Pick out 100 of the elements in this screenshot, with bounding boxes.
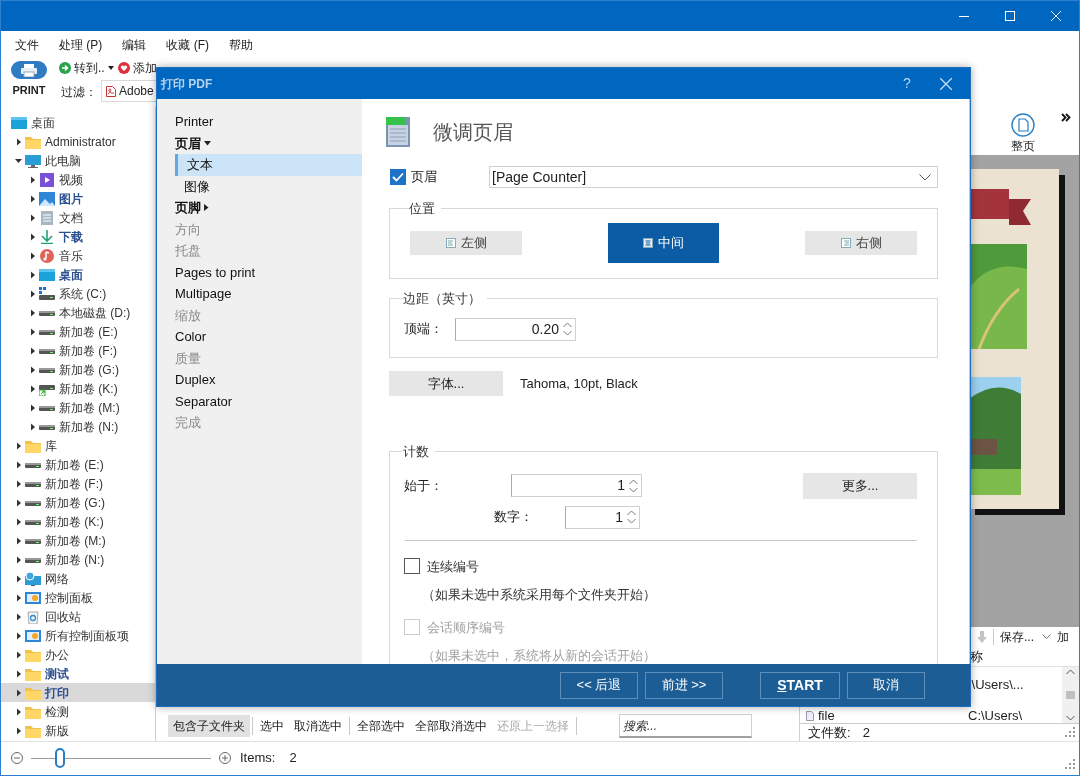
position-button[interactable]: 左侧 [410, 230, 522, 255]
expand-caret-icon[interactable] [15, 498, 23, 507]
tree-item[interactable]: 新加卷 (E:) [1, 455, 155, 474]
selection-button[interactable]: 全部选中 [352, 715, 410, 737]
expand-caret-icon[interactable] [29, 289, 37, 298]
slider-thumb[interactable] [54, 747, 65, 768]
selection-button[interactable]: 包含子文件夹 [168, 715, 250, 737]
expand-caret-icon[interactable] [15, 441, 23, 450]
expand-caret-icon[interactable] [15, 593, 23, 602]
tree-item[interactable]: 桌面 [1, 265, 155, 284]
nav-item[interactable]: Printer [157, 111, 362, 133]
scrollbar[interactable] [1062, 667, 1079, 723]
dialog-button[interactable]: << 后退 [560, 671, 638, 699]
file-path[interactable]: :\Users\... [968, 676, 1024, 692]
expand-caret-icon[interactable] [15, 574, 23, 583]
source-dropdown[interactable]: [Page Counter] [489, 166, 938, 188]
nav-item[interactable]: Separator [157, 390, 362, 412]
checkbox[interactable] [404, 558, 420, 575]
nav-item[interactable]: 页眉 [157, 132, 362, 154]
selection-button[interactable]: 全部取消选中 [410, 715, 492, 737]
goto-button[interactable]: 转到.. [59, 59, 114, 77]
save-button[interactable]: 保存... [1000, 628, 1051, 646]
tree-item[interactable]: 新加卷 (K:) [1, 379, 155, 398]
expand-caret-icon[interactable] [15, 707, 23, 716]
expand-caret-icon[interactable] [15, 517, 23, 526]
tree-item[interactable]: 音乐 [1, 246, 155, 265]
dialog-button[interactable]: 前进 >> [645, 671, 723, 699]
menu-item[interactable]: 编辑 [122, 36, 147, 54]
expand-caret-icon[interactable] [15, 460, 23, 469]
tree-item[interactable]: 检测 [1, 702, 155, 721]
expand-caret-icon[interactable] [29, 232, 37, 241]
caret-down-icon[interactable] [204, 140, 211, 146]
number-field[interactable]: 0.20 [455, 317, 576, 341]
nav-item[interactable]: Multipage [157, 283, 362, 305]
tree-item[interactable]: 新加卷 (E:) [1, 322, 155, 341]
expand-caret-icon[interactable] [15, 688, 23, 697]
load-button[interactable]: 加 [1057, 628, 1079, 646]
tree-item[interactable]: 办公 [1, 645, 155, 664]
tree-item[interactable]: 新加卷 (G:) [1, 493, 155, 512]
selection-button[interactable]: 选中 [255, 715, 289, 737]
file-name[interactable]: file [818, 708, 835, 723]
expand-caret-icon[interactable] [29, 194, 37, 203]
dialog-button[interactable]: 取消 [847, 671, 925, 699]
tree-item[interactable]: Administrator [1, 132, 155, 151]
fit-page-button[interactable]: 整页 [1011, 113, 1035, 155]
expand-caret-icon[interactable] [15, 650, 23, 659]
expand-caret-icon[interactable] [29, 384, 37, 393]
tree-item[interactable]: 系统 (C:) [1, 284, 155, 303]
tree-item[interactable]: 新加卷 (N:) [1, 550, 155, 569]
expand-caret-icon[interactable] [15, 669, 23, 678]
dialog-button[interactable]: START [760, 671, 840, 699]
chevrons-icon[interactable] [1061, 113, 1071, 122]
tree-item[interactable]: 此电脑 [1, 151, 155, 170]
tree-item[interactable]: 新加卷 (G:) [1, 360, 155, 379]
tree-item[interactable]: 新版 [1, 721, 155, 740]
expand-caret-icon[interactable] [29, 403, 37, 412]
resize-grip-icon[interactable] [1065, 727, 1075, 737]
menu-item[interactable]: 处理 (P) [59, 36, 103, 54]
favorite-button[interactable]: 添加 [118, 59, 157, 77]
expand-caret-icon[interactable] [15, 536, 23, 545]
nav-item[interactable]: Color [157, 326, 362, 348]
zoom-out-icon[interactable] [11, 751, 23, 764]
expand-caret-icon[interactable] [29, 251, 37, 260]
expand-caret-icon[interactable] [15, 631, 23, 640]
tree-item[interactable]: 新加卷 (K:) [1, 512, 155, 531]
expand-caret-icon[interactable] [15, 612, 23, 621]
tree-item[interactable]: 所有控制面板项 [1, 626, 155, 645]
number-field[interactable]: 1 [565, 505, 640, 529]
caret-right-icon[interactable] [204, 204, 209, 212]
column-header[interactable]: 称 [968, 647, 983, 666]
tree-item[interactable]: 视频 [1, 170, 155, 189]
expand-caret-icon[interactable] [29, 346, 37, 355]
tree-item[interactable]: 图片 [1, 189, 155, 208]
tree-item[interactable]: 新加卷 (N:) [1, 417, 155, 436]
expand-caret-icon[interactable] [29, 422, 37, 431]
file-path[interactable]: C:\Users\ [968, 708, 1023, 723]
tree-item[interactable]: 打印 [1, 683, 155, 702]
nav-item[interactable]: 文本 [175, 154, 362, 176]
tree-item[interactable]: 新加卷 (M:) [1, 531, 155, 550]
tree-item[interactable]: 网络 [1, 569, 155, 588]
tree-item[interactable]: 测试 [1, 664, 155, 683]
menu-item[interactable]: 收藏 (F) [166, 36, 209, 54]
nav-item[interactable]: 页脚 [157, 197, 362, 219]
menu-item[interactable]: 文件 [15, 36, 39, 54]
expand-caret-icon[interactable] [29, 175, 37, 184]
nav-item[interactable]: Duplex [157, 369, 362, 391]
resize-grip-icon[interactable] [1065, 759, 1075, 769]
expand-caret-icon[interactable] [29, 365, 37, 374]
expand-caret-icon[interactable] [29, 213, 37, 222]
tree-item[interactable]: 控制面板 [1, 588, 155, 607]
tree-item[interactable]: 新加卷 (F:) [1, 341, 155, 360]
tree-item[interactable]: 新加卷 (F:) [1, 474, 155, 493]
scroll-thumb[interactable] [1066, 691, 1075, 699]
menu-item[interactable]: 帮助 [229, 36, 253, 54]
expand-caret-icon[interactable] [29, 308, 37, 317]
font-button[interactable]: 字体... [389, 371, 503, 396]
position-button[interactable]: 中间 [608, 222, 719, 263]
help-button[interactable]: ? [892, 73, 922, 94]
more-button[interactable]: 更多... [803, 472, 917, 499]
expand-caret-icon[interactable] [29, 327, 37, 336]
